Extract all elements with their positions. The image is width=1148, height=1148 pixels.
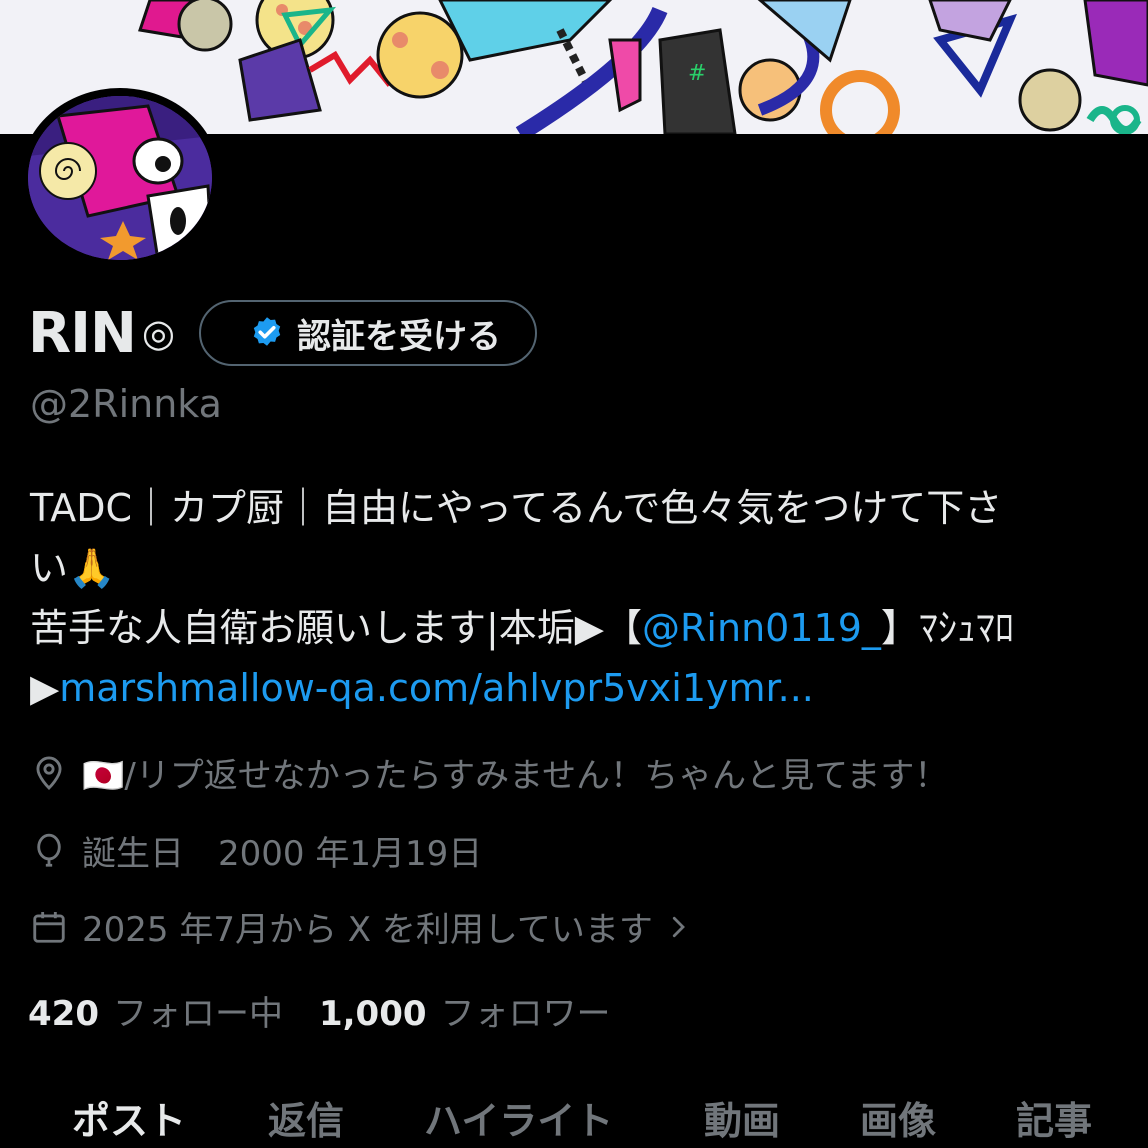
get-verified-label: 認証を受ける [297,316,501,357]
spiral-icon: ◎ [141,311,175,355]
profile-counts: 420 フォロー中 1,000 フォロワー [28,986,611,1035]
tab-videos[interactable]: 動画 [704,1090,780,1145]
bio-line-4: ▶marshmallow-qa.com/ahlvpr5vxi1ymr... [30,658,1130,718]
svg-text:#: # [688,61,706,86]
bio-website-link[interactable]: marshmallow-qa.com/ahlvpr5vxi1ymr... [59,666,814,710]
get-verified-button[interactable]: 認証を受ける [199,300,537,366]
followers-count[interactable]: 1,000 フォロワー [319,986,611,1035]
joined-text: 2025 年7月から X を利用しています [82,910,653,950]
bio-line-2: い🙏 [30,546,116,590]
profile-avatar[interactable] [20,88,220,268]
tab-posts[interactable]: ポスト [72,1090,186,1145]
bio-line-3: 苦手な人自衛お願いします|本垢▶【@Rinn0119_】ﾏｼｭﾏﾛ [30,598,1130,658]
profile-tabs: ポスト 返信 ハイライト 動画 画像 記事 [0,1090,1148,1148]
birthday-text: 誕生日 2000 年1月19日 [82,834,483,874]
profile-joined[interactable]: 2025 年7月から X を利用しています [30,902,707,951]
avatar-artwork [28,96,212,260]
verified-badge-icon [253,317,281,346]
bio-mention-link[interactable]: @Rinn0119_ [642,606,881,650]
following-label: フォロー中 [112,994,283,1034]
followers-number: 1,000 [318,994,427,1034]
tab-articles[interactable]: 記事 [1016,1090,1092,1145]
location-text: 🇯🇵/リプ返せなかったらすみません！ちゃんと見てます！ [82,756,949,796]
bio-line-3-prefix: 苦手な人自衛お願いします|本垢▶【 [30,606,643,650]
bio-line-3-suffix: 】ﾏｼｭﾏﾛ [880,606,1014,650]
bio-line-4-prefix: ▶ [30,666,60,710]
balloon-icon [37,833,61,867]
calendar-icon [33,911,65,943]
chevron-right-icon [672,916,685,937]
profile-handle: @2Rinnka [30,382,222,426]
tab-highlights[interactable]: ハイライト [424,1090,613,1145]
following-number: 420 [28,994,99,1034]
profile-name-row: RIN ◎ 認証を受ける [28,296,537,370]
location-pin-icon [36,756,62,790]
profile-bio: TADC｜カプ厨｜自由にやってるんで色々気をつけて下さ い🙏 苦手な人自衛お願い… [30,478,1130,718]
following-count[interactable]: 420 フォロー中 [28,986,283,1035]
tab-replies[interactable]: 返信 [268,1090,344,1145]
bio-line-1: TADC｜カプ厨｜自由にやってるんで色々気をつけて下さ [30,486,1003,530]
profile-name: RIN [28,300,137,366]
tab-images[interactable]: 画像 [860,1090,936,1145]
followers-label: フォロワー [440,994,611,1034]
profile-birthday: 誕生日 2000 年1月19日 [30,826,482,875]
profile-location: 🇯🇵/リプ返せなかったらすみません！ちゃんと見てます！ [30,748,948,797]
